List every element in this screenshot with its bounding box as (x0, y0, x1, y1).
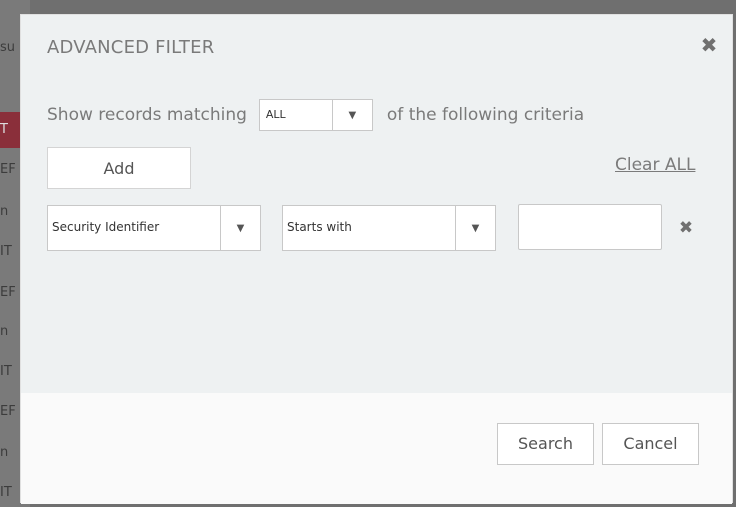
dialog-title: ADVANCED FILTER (47, 37, 215, 58)
criterion-value-input[interactable] (518, 204, 662, 250)
match-row: Show records matching ALL ▼ of the follo… (47, 99, 584, 131)
remove-criterion-icon[interactable]: ✖ (677, 219, 695, 237)
cancel-button[interactable]: Cancel (602, 423, 699, 465)
criterion-field-value: Security Identifier (52, 220, 160, 234)
criterion-operator-select[interactable]: Starts with ▼ (282, 205, 496, 251)
advanced-filter-dialog: ADVANCED FILTER ✖ Show records matching … (20, 14, 733, 504)
search-button[interactable]: Search (497, 423, 594, 465)
match-suffix-label: of the following criteria (386, 105, 585, 125)
chevron-down-icon[interactable]: ▼ (455, 206, 495, 250)
add-criterion-button[interactable]: Add (47, 147, 191, 189)
criterion-field-select[interactable]: Security Identifier ▼ (47, 205, 261, 251)
chevron-down-icon[interactable]: ▼ (331, 100, 372, 130)
match-mode-select[interactable]: ALL ▼ (258, 99, 373, 131)
close-icon[interactable]: ✖ (697, 33, 721, 57)
match-mode-value: ALL (265, 108, 286, 121)
clear-all-link[interactable]: Clear ALL (615, 155, 695, 175)
criterion-operator-value: Starts with (287, 220, 352, 234)
chevron-down-icon[interactable]: ▼ (220, 206, 260, 250)
match-prefix-label: Show records matching (47, 105, 247, 125)
